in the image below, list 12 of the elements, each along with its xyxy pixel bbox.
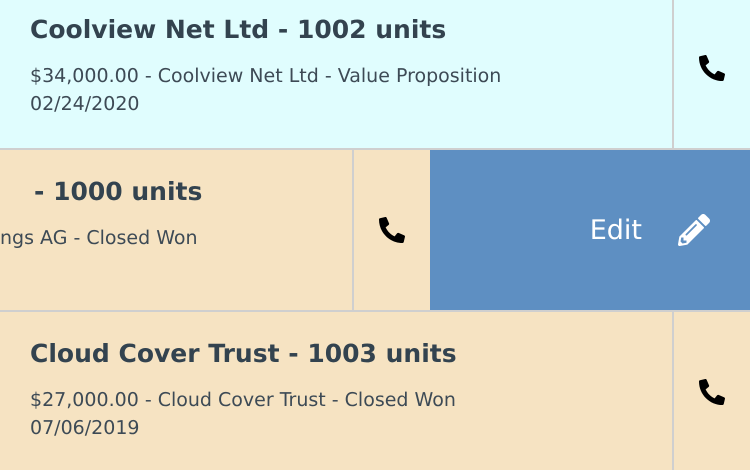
pencil-icon — [678, 214, 710, 246]
list-row[interactable]: Cloud Cover Trust - 1003 units $27,000.00 - Cloud Cover Trust - Closed Won 07/06/2019 — [0, 312, 750, 470]
list-row[interactable]: Coolview Net Ltd - 1002 units $34,000.00 - Coolview Net Ltd - Value Proposition 02/24/2020 — [0, 0, 750, 148]
phone-icon — [699, 55, 725, 81]
row-subtitle: $34,000.00 - Coolview Net Ltd - Value Proposition 02/24/2020 — [30, 64, 502, 117]
row-subtitle: ngs AG - Closed Won — [0, 226, 198, 251]
row-title: - 1000 units — [34, 176, 202, 208]
row-subtitle: $27,000.00 - Cloud Cover Trust - Closed Won 07/06/2019 — [30, 388, 456, 441]
phone-icon — [699, 379, 725, 405]
row-title: Cloud Cover Trust - 1003 units — [30, 338, 457, 370]
phone-icon — [379, 217, 405, 243]
row-title: Coolview Net Ltd - 1002 units — [30, 14, 446, 46]
